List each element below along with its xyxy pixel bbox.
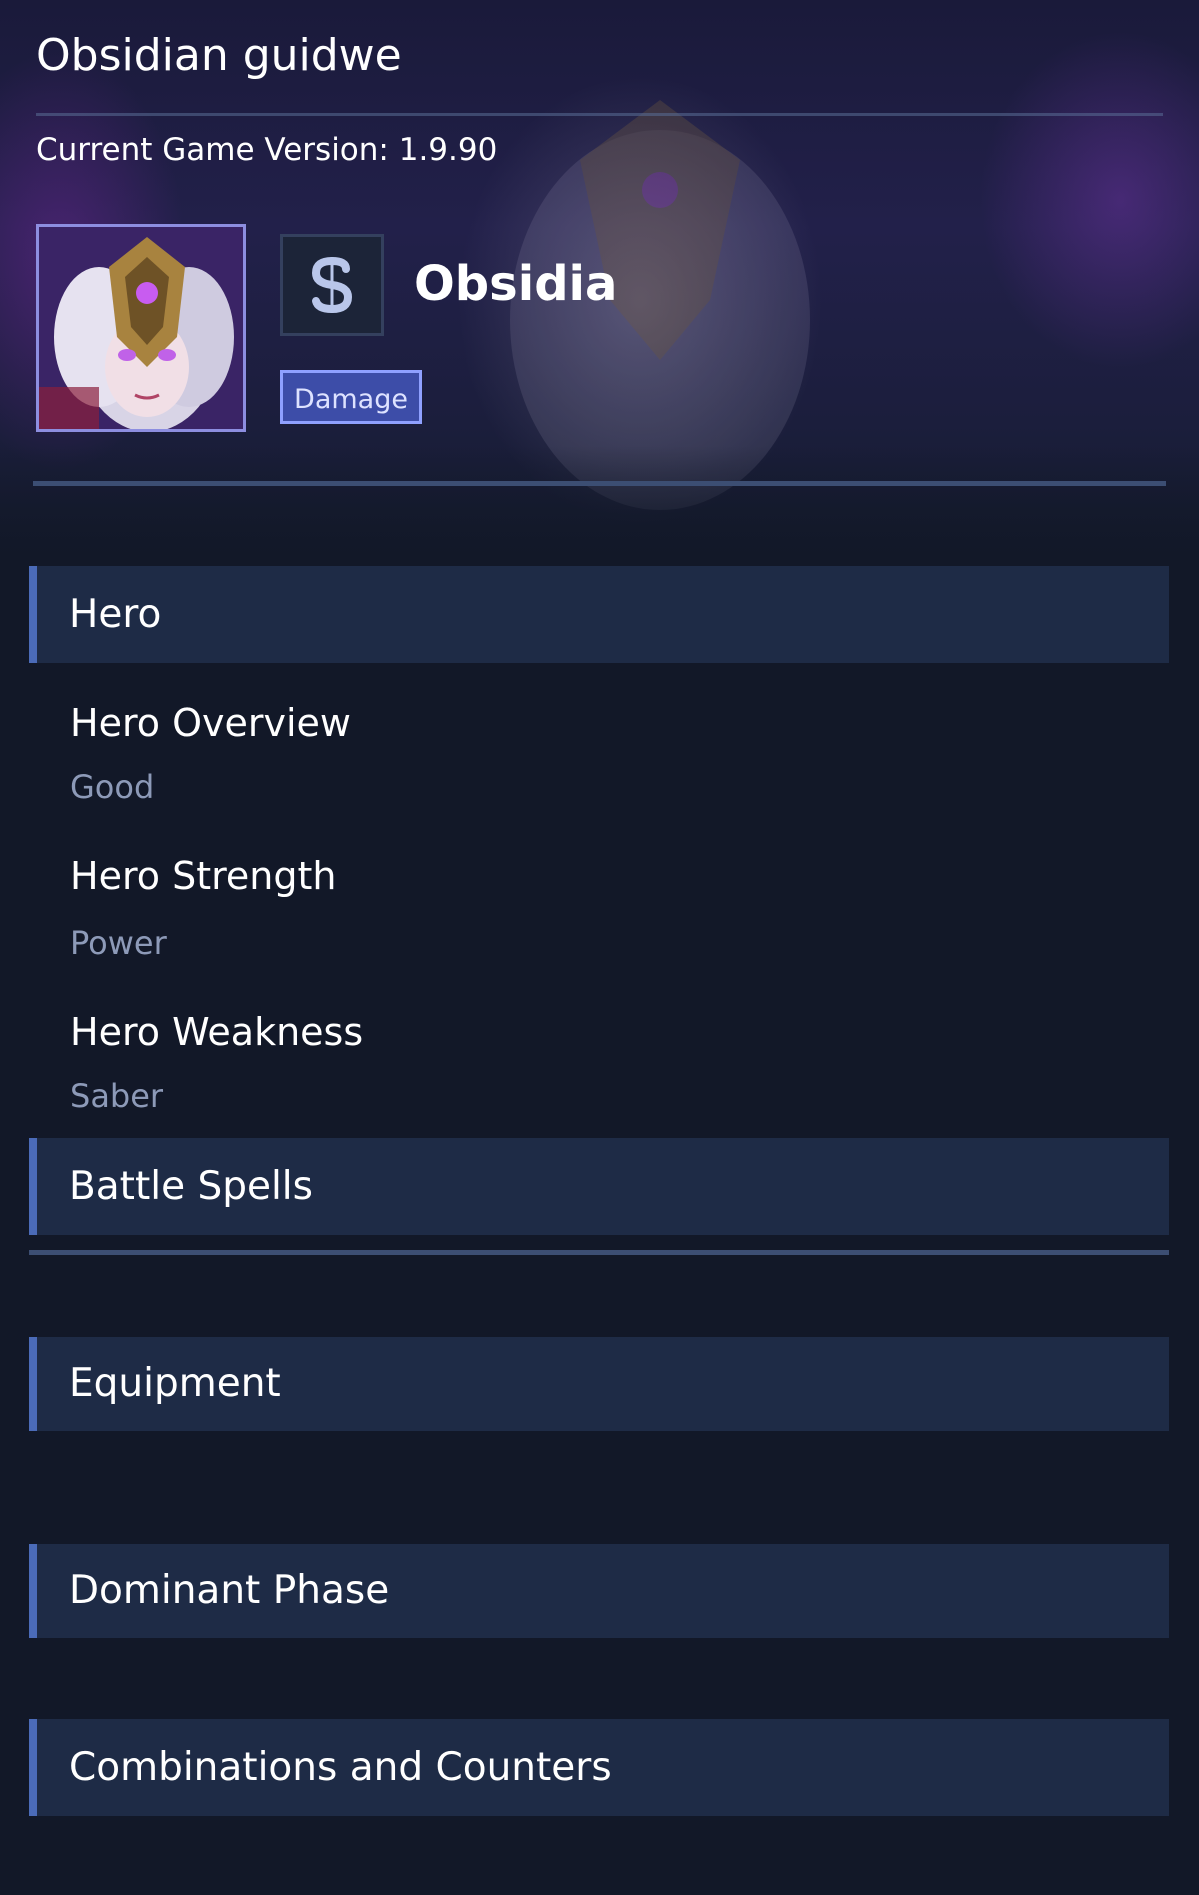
section-header-combinations-counters[interactable]: Combinations and Counters [29,1719,1169,1816]
hero-overview-title: Hero Overview [70,701,351,745]
section-header-equipment[interactable]: Equipment [29,1337,1169,1431]
section-divider [29,1250,1169,1255]
hero-strength-title: Hero Strength [70,854,337,898]
hero-class-icon [280,234,384,336]
section-header-hero[interactable]: Hero [29,566,1169,663]
banner-fade [0,446,1199,566]
app-title: Obsidian guidwe [36,30,402,81]
hero-portrait [36,224,246,432]
hero-name: Obsidia [414,256,618,312]
hero-weakness-title: Hero Weakness [70,1010,364,1054]
game-version-text: Current Game Version: 1.9.90 [36,132,498,168]
section-header-battle-spells[interactable]: Battle Spells [29,1138,1169,1235]
hero-weakness-value: Saber [70,1077,164,1115]
hero-strength-value: Power [70,924,167,962]
profile-divider [33,481,1166,486]
title-divider [36,113,1163,116]
s-glyph-icon [311,257,353,313]
role-badge-damage[interactable]: Damage [280,370,422,424]
section-header-dominant-phase[interactable]: Dominant Phase [29,1544,1169,1638]
hero-overview-value: Good [70,768,155,806]
hero-portrait-icon [39,227,243,429]
